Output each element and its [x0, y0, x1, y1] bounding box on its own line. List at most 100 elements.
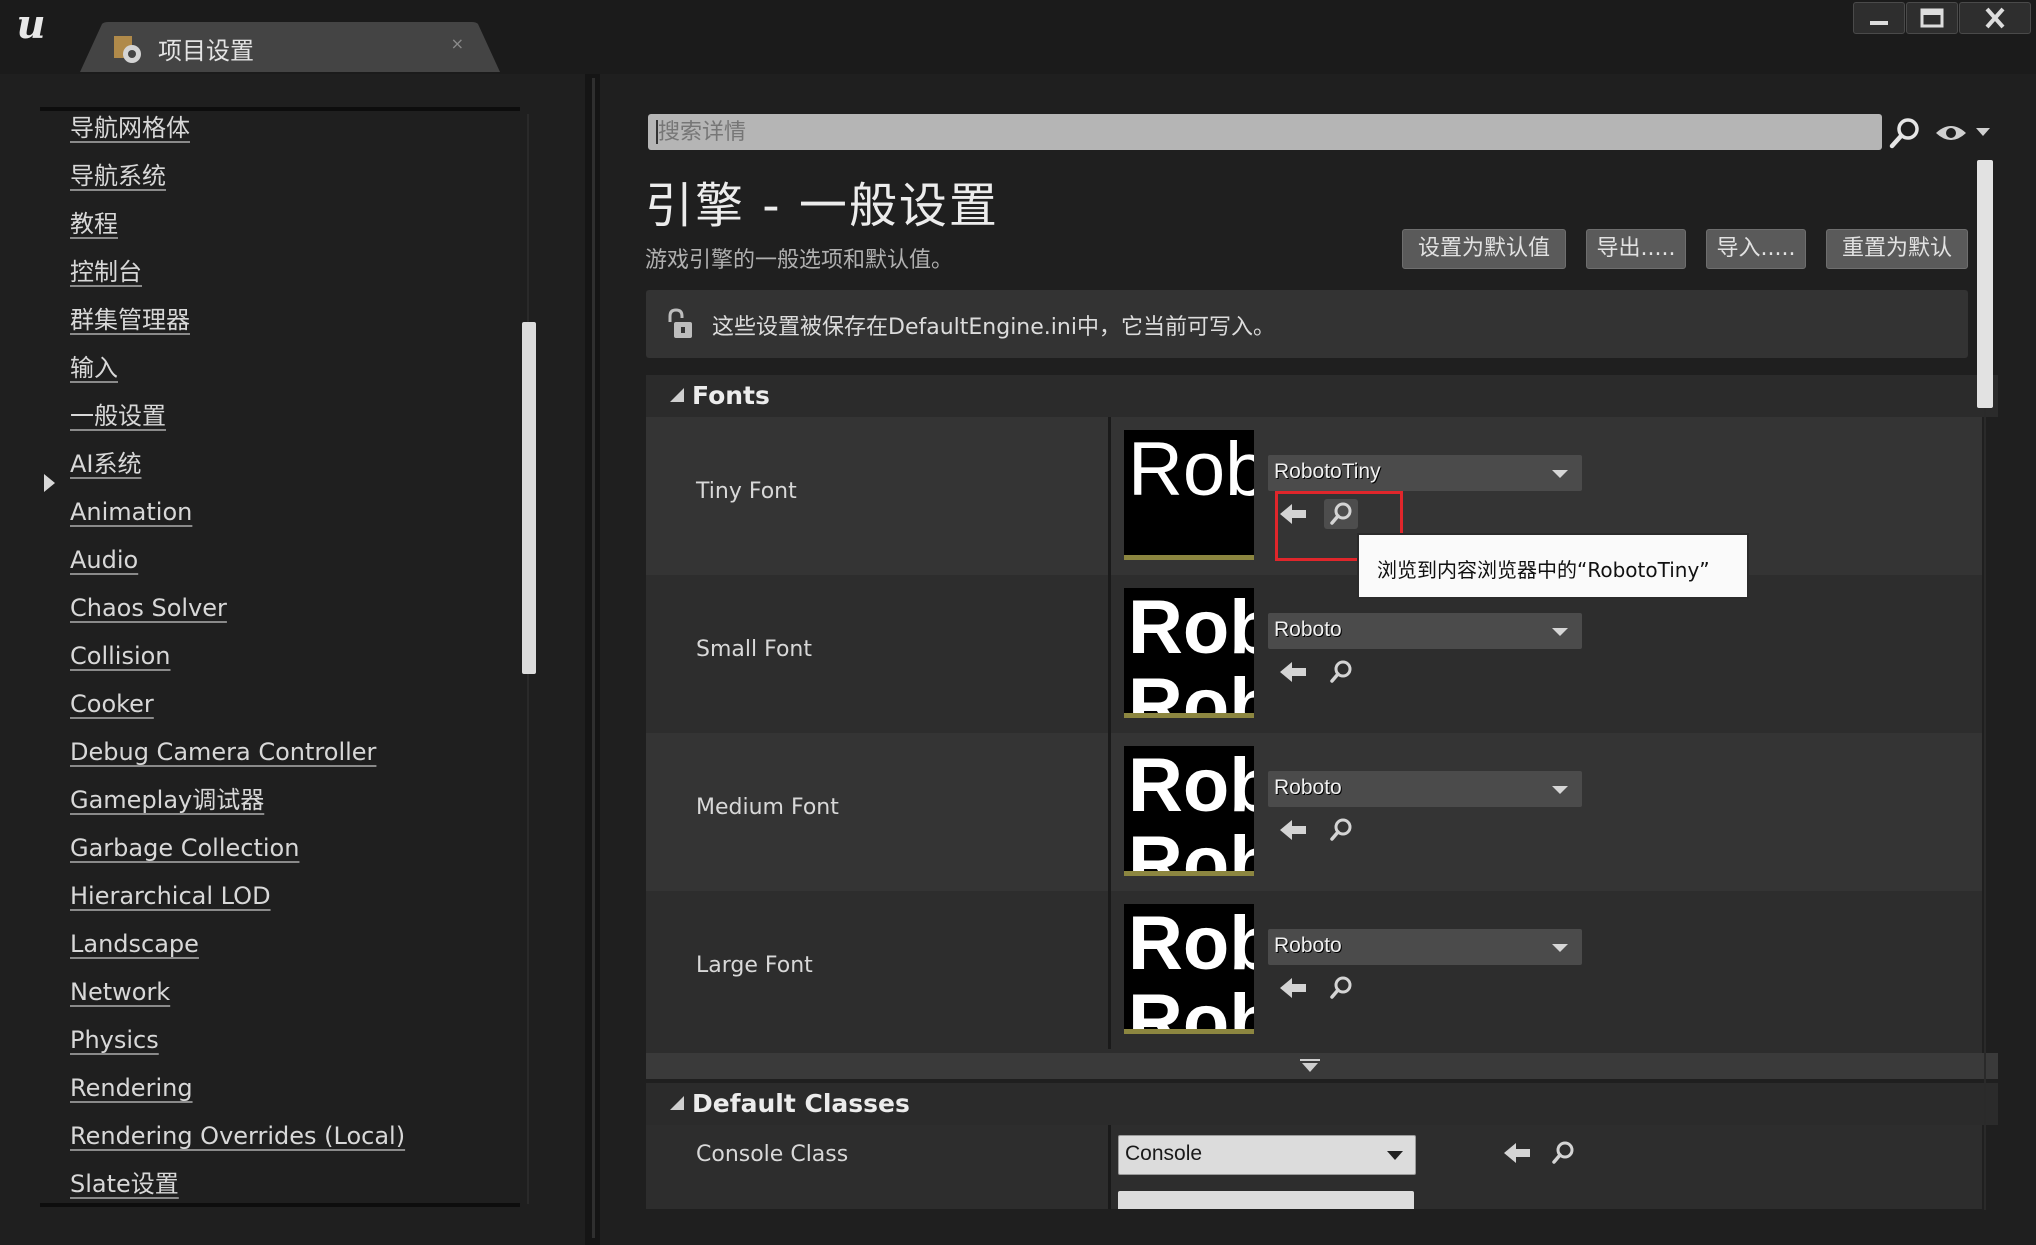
- sidebar-item-crowd-manager[interactable]: 群集管理器: [70, 296, 405, 344]
- search-icon[interactable]: [1888, 116, 1922, 150]
- details-scrollbar-thumb[interactable]: [1977, 160, 1993, 408]
- chevron-down-icon: [1552, 786, 1568, 794]
- search-bar[interactable]: [648, 114, 1882, 150]
- font-thumbnail[interactable]: Rob: [1124, 430, 1254, 560]
- text-cursor: [656, 120, 658, 144]
- maximize-button[interactable]: [1906, 2, 1958, 34]
- search-input[interactable]: [658, 114, 1828, 150]
- column-splitter[interactable]: [1108, 733, 1111, 891]
- column-splitter[interactable]: [1108, 417, 1111, 575]
- sidebar-item-label: Slate设置: [70, 1170, 179, 1198]
- sidebar-item-hierarchical-lod[interactable]: Hierarchical LOD: [70, 872, 405, 920]
- font-thumbnail[interactable]: Rob Rob: [1124, 904, 1254, 1034]
- next-class-dropdown-partial[interactable]: [1118, 1191, 1414, 1209]
- sidebar-item-input[interactable]: 输入: [70, 344, 405, 392]
- sidebar-item-chaos-solver[interactable]: Chaos Solver: [70, 584, 405, 632]
- chevron-down-icon[interactable]: [1976, 128, 1990, 136]
- sidebar-item-label: 导航网格体: [70, 114, 190, 142]
- sidebar-item-label: Collision: [70, 642, 171, 670]
- sidebar-item-label: Rendering Overrides (Local): [70, 1122, 406, 1150]
- use-selected-arrow-icon[interactable]: [1500, 1137, 1534, 1169]
- export-button[interactable]: 导出.....: [1586, 229, 1686, 269]
- font-row-medium: Medium Font Rob Rob Roboto: [646, 733, 1982, 891]
- sidebar-item-label: Chaos Solver: [70, 594, 227, 622]
- tab-close-button[interactable]: ×: [451, 34, 464, 53]
- font-asset-dropdown[interactable]: Roboto: [1268, 613, 1582, 649]
- sidebar-item-label: Hierarchical LOD: [70, 882, 271, 910]
- sidebar-item-label: 一般设置: [70, 402, 166, 430]
- sidebar-item-nav-mesh[interactable]: 导航网格体: [70, 104, 405, 152]
- fonts-section-header[interactable]: Fonts: [646, 375, 1998, 417]
- sidebar-item-label: AI系统: [70, 450, 142, 478]
- font-row-large: Large Font Rob Rob Roboto: [646, 891, 1982, 1049]
- browse-search-icon[interactable]: [1324, 815, 1358, 845]
- font-preview-text: Rob: [1128, 588, 1254, 670]
- browse-search-icon[interactable]: [1324, 657, 1358, 687]
- sidebar-item-physics[interactable]: Physics: [70, 1016, 405, 1064]
- sidebar-item-ai-system[interactable]: AI系统: [70, 440, 405, 488]
- tab-label: 项目设置: [158, 37, 254, 65]
- default-classes-section-header[interactable]: Default Classes: [646, 1083, 1998, 1125]
- use-selected-arrow-icon[interactable]: [1276, 815, 1310, 845]
- chevron-down-icon: [1552, 470, 1568, 478]
- sidebar-item-label: Rendering: [70, 1074, 193, 1102]
- sidebar-item-landscape[interactable]: Landscape: [70, 920, 405, 968]
- use-selected-arrow-icon[interactable]: [1276, 657, 1310, 687]
- font-asset-dropdown[interactable]: Roboto: [1268, 771, 1582, 807]
- sidebar-item-label: 导航系统: [70, 162, 166, 190]
- view-options-eye-icon[interactable]: [1934, 120, 1968, 146]
- font-preview-text: Rob: [1128, 430, 1254, 512]
- reset-to-default-button[interactable]: 重置为默认: [1826, 229, 1968, 269]
- dropdown-value: Roboto: [1274, 618, 1342, 641]
- sidebar-item-animation[interactable]: Animation: [70, 488, 405, 536]
- panel-splitter[interactable]: [592, 78, 595, 1238]
- page-subtitle: 游戏引擎的一般选项和默认值。: [645, 248, 954, 273]
- sidebar-item-cooker[interactable]: Cooker: [70, 680, 405, 728]
- column-splitter[interactable]: [1108, 891, 1111, 1049]
- sidebar-item-label: Network: [70, 978, 171, 1006]
- font-thumbnail[interactable]: Rob Rob: [1124, 588, 1254, 718]
- sidebar-item-rendering-overrides[interactable]: Rendering Overrides (Local): [70, 1112, 405, 1160]
- sidebar-item-audio[interactable]: Audio: [70, 536, 405, 584]
- font-asset-dropdown[interactable]: Roboto: [1268, 929, 1582, 965]
- dropdown-value: RobotoTiny: [1274, 460, 1381, 483]
- sidebar-item-slate-settings[interactable]: Slate设置: [70, 1160, 405, 1208]
- dropdown-value: Roboto: [1274, 934, 1342, 957]
- chevron-down-icon: [1387, 1151, 1403, 1160]
- column-splitter[interactable]: [1108, 1125, 1111, 1209]
- browse-search-icon[interactable]: [1546, 1137, 1580, 1169]
- console-class-dropdown[interactable]: Console: [1118, 1135, 1416, 1175]
- sidebar-item-label: 控制台: [70, 258, 142, 286]
- project-settings-tab[interactable]: 项目设置 ×: [80, 22, 500, 72]
- sidebar-scrollbar-thumb[interactable]: [522, 322, 536, 674]
- sidebar-item-rendering[interactable]: Rendering: [70, 1064, 405, 1112]
- config-notice: 这些设置被保存在DefaultEngine.ini中，它当前可写入。: [646, 290, 1968, 358]
- import-button[interactable]: 导入.....: [1706, 229, 1806, 269]
- sidebar-item-label: Cooker: [70, 690, 154, 718]
- sidebar-item-navigation-system[interactable]: 导航系统: [70, 152, 405, 200]
- sidebar-item-label: Garbage Collection: [70, 834, 300, 862]
- font-thumbnail[interactable]: Rob Rob: [1124, 746, 1254, 876]
- use-selected-arrow-icon[interactable]: [1276, 973, 1310, 1003]
- sidebar-item-garbage-collection[interactable]: Garbage Collection: [70, 824, 405, 872]
- show-advanced-bar[interactable]: [646, 1053, 1998, 1079]
- set-as-default-button[interactable]: 设置为默认值: [1402, 229, 1566, 269]
- close-icon: [1985, 7, 2005, 29]
- column-splitter[interactable]: [1108, 575, 1111, 733]
- unreal-logo-icon: u: [16, 1, 46, 48]
- minimize-button[interactable]: [1853, 2, 1905, 34]
- sidebar-item-console[interactable]: 控制台: [70, 248, 405, 296]
- font-asset-dropdown[interactable]: RobotoTiny: [1268, 455, 1582, 491]
- notice-text: 这些设置被保存在DefaultEngine.ini中，它当前可写入。: [712, 315, 1275, 340]
- sidebar-item-general-settings[interactable]: 一般设置: [70, 392, 405, 440]
- sidebar-item-tutorials[interactable]: 教程: [70, 200, 405, 248]
- sidebar-item-debug-camera-controller[interactable]: Debug Camera Controller: [70, 728, 405, 776]
- panel-bottom-edge: [600, 1209, 2036, 1245]
- close-window-button[interactable]: [1959, 2, 2031, 34]
- font-preview-text-second-line: Rob: [1128, 821, 1254, 876]
- sidebar-item-collision[interactable]: Collision: [70, 632, 405, 680]
- sidebar-item-label: 教程: [70, 210, 118, 238]
- sidebar-item-network[interactable]: Network: [70, 968, 405, 1016]
- sidebar-item-gameplay-debugger[interactable]: Gameplay调试器: [70, 776, 405, 824]
- browse-search-icon[interactable]: [1324, 973, 1358, 1003]
